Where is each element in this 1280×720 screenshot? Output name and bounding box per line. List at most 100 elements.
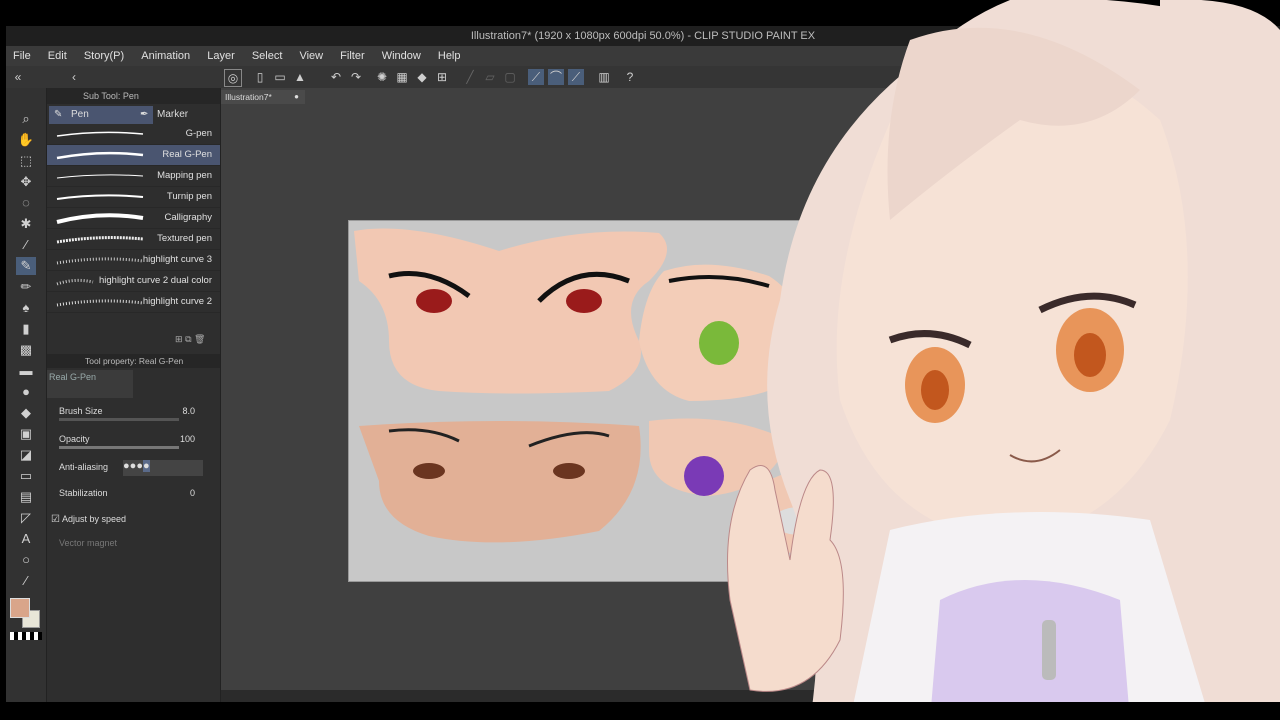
- collapse-left-icon[interactable]: «: [10, 69, 26, 85]
- mask-disabled-icon: ▢: [504, 70, 516, 84]
- zoom-icon[interactable]: ⌕: [16, 110, 36, 128]
- anti-aliasing-selector[interactable]: ●●●●: [123, 460, 203, 476]
- transform-icon[interactable]: ⊞: [434, 69, 450, 85]
- brush-label: Calligraphy: [164, 212, 212, 223]
- adjust-by-speed-label: Adjust by speed: [61, 514, 127, 524]
- adjust-by-speed-row[interactable]: ☑ Adjust by speed: [51, 514, 201, 534]
- eyedropper-icon[interactable]: ⁄: [16, 236, 36, 254]
- video-letterbox-bottom: [0, 702, 1280, 720]
- brush-size-slider[interactable]: [59, 418, 179, 421]
- help-icon[interactable]: ?: [622, 69, 638, 85]
- pencil-icon[interactable]: ✏: [16, 278, 36, 296]
- blend-icon[interactable]: ●: [16, 383, 36, 401]
- brush-item-turnip-pen[interactable]: Turnip pen: [47, 187, 220, 208]
- brush-size-value[interactable]: 8.0: [182, 406, 195, 416]
- brush-item-highlight-curve-3[interactable]: highlight curve 3: [47, 250, 220, 271]
- menu-help[interactable]: Help: [431, 46, 468, 66]
- hand-icon[interactable]: ✋: [16, 131, 36, 149]
- snap-ruler-icon[interactable]: ⟋: [528, 69, 544, 85]
- lasso-icon[interactable]: ◌: [16, 194, 36, 212]
- aa-none-icon[interactable]: ●: [123, 460, 130, 472]
- gradient-icon[interactable]: ▣: [16, 425, 36, 443]
- close-icon[interactable]: ●: [294, 90, 299, 104]
- undo-icon[interactable]: ↶: [328, 69, 344, 85]
- stroke-preview: [56, 151, 144, 160]
- transparent-color-swatch[interactable]: [10, 632, 42, 640]
- stroke-preview: [56, 236, 144, 244]
- delete-subtool-icon[interactable]: 🗑: [194, 334, 205, 344]
- brush-item-g-pen[interactable]: G-pen: [47, 124, 220, 145]
- menu-view[interactable]: View: [292, 46, 330, 66]
- brush-size-row[interactable]: Brush Size 8.0: [59, 406, 209, 426]
- document-tab[interactable]: Illustration7* ●: [221, 90, 305, 104]
- stabilization-value[interactable]: 0: [190, 488, 195, 498]
- move-icon[interactable]: ✥: [16, 173, 36, 191]
- menu-story[interactable]: Story(P): [77, 46, 131, 66]
- loading-icon[interactable]: ✺: [374, 69, 390, 85]
- brush-item-mapping-pen[interactable]: Mapping pen: [47, 166, 220, 187]
- marker-icon: ✒: [140, 109, 149, 120]
- menu-animation[interactable]: Animation: [134, 46, 197, 66]
- stroke-preview: [56, 278, 94, 286]
- aa-strong-icon[interactable]: ●: [142, 460, 150, 472]
- menu-file[interactable]: File: [6, 46, 38, 66]
- line-disabled-icon: ╱: [466, 70, 474, 84]
- brush-item-real-g-pen[interactable]: Real G-Pen: [47, 145, 220, 166]
- clear-icon[interactable]: ▦: [394, 69, 410, 85]
- figure-icon[interactable]: ◪: [16, 446, 36, 464]
- checkbox-checked-icon[interactable]: ☑: [51, 514, 60, 525]
- balloon-icon[interactable]: ○: [16, 551, 36, 569]
- save-icon[interactable]: ▲: [292, 69, 308, 85]
- stroke-preview: [56, 194, 144, 200]
- eraser-icon[interactable]: ▬: [16, 362, 36, 380]
- tool-palette: ⌕ ✋ ⬚ ✥ ◌ ✱ ⁄ ✎ ✏ ♠ ▮ ▩ ▬ ● ◆ ▣ ◪ ▭ ▤ ◸ …: [6, 88, 47, 702]
- menu-filter[interactable]: Filter: [333, 46, 371, 66]
- fill-icon[interactable]: ◆: [414, 69, 430, 85]
- frame-border-icon[interactable]: ▤: [16, 488, 36, 506]
- brush-item-textured-pen[interactable]: Textured pen: [47, 229, 220, 250]
- auto-select-icon[interactable]: ✱: [16, 215, 36, 233]
- airbrush-icon[interactable]: ▮: [16, 320, 36, 338]
- fill-bucket-icon[interactable]: ◆: [16, 404, 36, 422]
- copy-subtool-icon[interactable]: ⧉: [185, 334, 191, 344]
- snap-grid-icon[interactable]: ⟋: [568, 69, 584, 85]
- sub-tool-actions: ⊞ ⧉ 🗑: [175, 334, 215, 346]
- anti-aliasing-label: Anti-aliasing: [59, 462, 109, 472]
- open-folder-icon[interactable]: ▭: [272, 69, 288, 85]
- menu-edit[interactable]: Edit: [41, 46, 74, 66]
- opacity-slider[interactable]: [59, 446, 179, 449]
- opacity-label: Opacity: [59, 434, 90, 444]
- operation-icon[interactable]: ⬚: [16, 152, 36, 170]
- rectangle-icon[interactable]: ▭: [16, 467, 36, 485]
- clip-studio-icon[interactable]: ◎: [224, 69, 242, 87]
- opacity-value[interactable]: 100: [180, 434, 195, 444]
- brush-item-highlight-curve-2[interactable]: highlight curve 2: [47, 292, 220, 313]
- tab-marker-label: Marker: [157, 109, 189, 120]
- brush-icon[interactable]: ♠: [16, 299, 36, 317]
- pen-icon: ✎: [54, 109, 63, 120]
- snap-special-icon[interactable]: ⌒: [548, 69, 564, 85]
- text-icon[interactable]: A: [16, 530, 36, 548]
- menu-window[interactable]: Window: [375, 46, 428, 66]
- brush-label: highlight curve 2: [142, 296, 212, 307]
- aa-medium-icon[interactable]: ●: [136, 460, 143, 472]
- ruler-tool-icon[interactable]: ◸: [16, 509, 36, 527]
- back-icon[interactable]: ‹: [66, 69, 82, 85]
- correct-line-icon[interactable]: ⁄: [16, 572, 36, 590]
- ruler-icon[interactable]: ▥: [596, 69, 612, 85]
- add-subtool-icon[interactable]: ⊞: [175, 334, 183, 344]
- brush-item-highlight-curve-2-dual[interactable]: highlight curve 2 dual color: [47, 271, 220, 292]
- decoration-icon[interactable]: ▩: [16, 341, 36, 359]
- redo-icon[interactable]: ↷: [348, 69, 364, 85]
- ruler-disabled-icon: ▱: [485, 70, 495, 84]
- opacity-row[interactable]: Opacity 100: [59, 434, 209, 454]
- new-file-icon[interactable]: ▯: [252, 69, 268, 85]
- brush-label: highlight curve 2 dual color: [98, 275, 212, 286]
- brush-item-calligraphy[interactable]: Calligraphy: [47, 208, 220, 229]
- brush-label: Textured pen: [157, 233, 212, 244]
- menu-select[interactable]: Select: [245, 46, 290, 66]
- stabilization-row[interactable]: Stabilization 0: [59, 488, 209, 508]
- main-color-swatch[interactable]: [10, 598, 30, 618]
- pen-tool-icon[interactable]: ✎: [16, 257, 36, 275]
- menu-layer[interactable]: Layer: [200, 46, 242, 66]
